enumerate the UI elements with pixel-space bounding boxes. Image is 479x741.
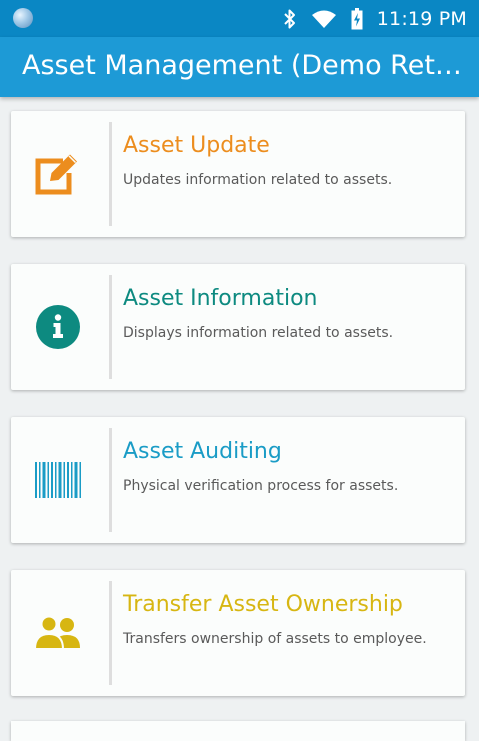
- card-description: Physical verification process for assets…: [123, 478, 399, 494]
- menu-item-asset-information[interactable]: Asset Information Displays information r…: [11, 264, 465, 390]
- app-bar: Asset Management (Demo Ret…: [0, 37, 479, 97]
- card-divider: [109, 275, 112, 379]
- status-icons: 11:19 PM: [283, 0, 467, 37]
- wifi-icon: [311, 10, 336, 28]
- card-divider: [109, 428, 112, 532]
- card-title: Asset Information: [123, 286, 318, 311]
- card-description: Updates information related to assets.: [123, 172, 393, 188]
- status-time: 11:19 PM: [376, 7, 467, 30]
- menu-item-asset-auditing[interactable]: Asset Auditing Physical verification pro…: [11, 417, 465, 543]
- card-title: Asset Update: [123, 133, 270, 158]
- status-bar: 11:19 PM: [0, 0, 479, 37]
- card-title: Asset Auditing: [123, 439, 282, 464]
- card-description: Displays information related to assets.: [123, 325, 394, 341]
- info-icon: [33, 304, 83, 350]
- menu-item-asset-update[interactable]: Asset Update Updates information related…: [11, 111, 465, 237]
- card-description: Transfers ownership of assets to employe…: [123, 631, 427, 647]
- card-divider: [109, 581, 112, 685]
- edit-icon: [33, 151, 83, 197]
- battery-charging-icon: [351, 7, 363, 29]
- menu-item-partial[interactable]: [11, 721, 465, 741]
- app-icon: [13, 8, 33, 28]
- barcode-icon: [33, 457, 83, 503]
- card-title: Transfer Asset Ownership: [123, 592, 403, 617]
- card-divider: [109, 122, 112, 226]
- bluetooth-icon: [284, 9, 295, 28]
- app-title: Asset Management (Demo Ret…: [22, 50, 462, 81]
- users-icon: [33, 610, 83, 656]
- menu-item-transfer-asset-ownership[interactable]: Transfer Asset Ownership Transfers owner…: [11, 570, 465, 696]
